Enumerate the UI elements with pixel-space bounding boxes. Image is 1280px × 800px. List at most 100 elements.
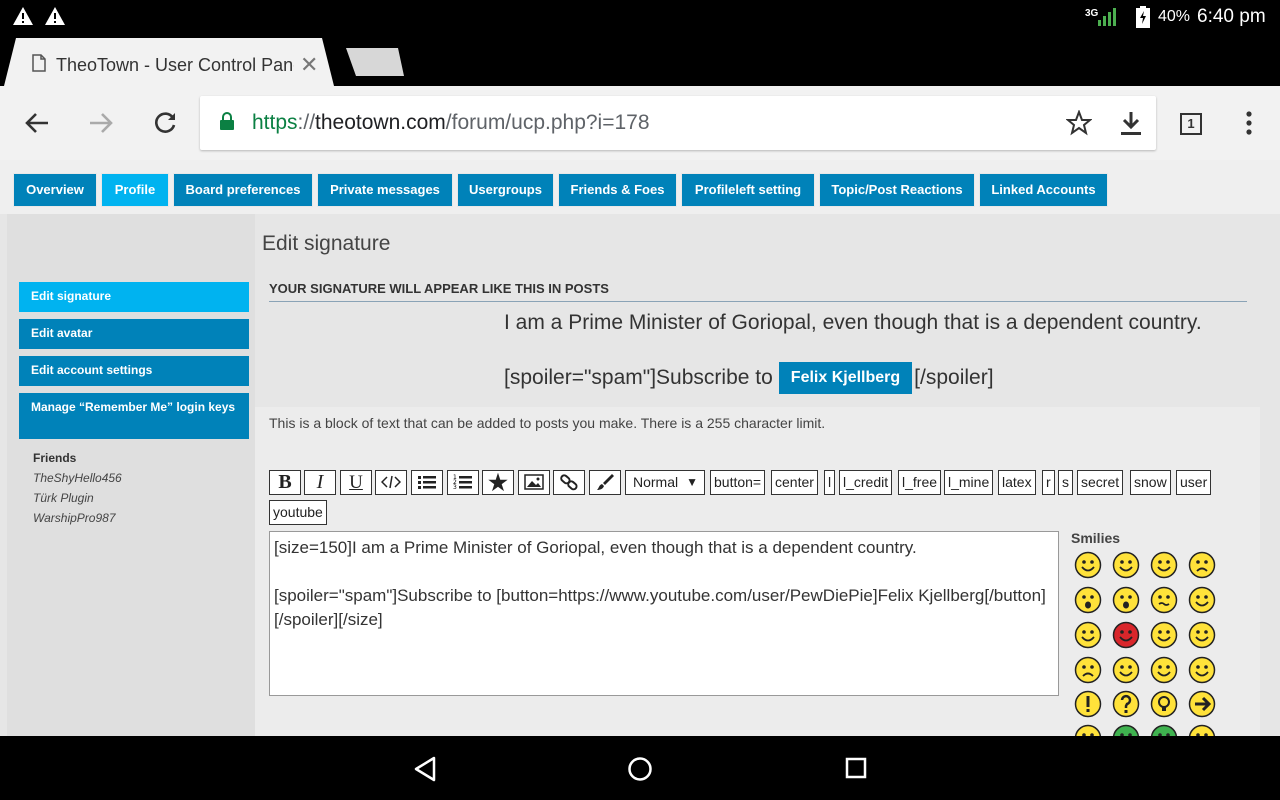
bbcode-button[interactable]: l_free [898, 470, 942, 495]
brush-icon [597, 474, 614, 490]
battery-charging-icon [1136, 6, 1150, 28]
color-button[interactable] [589, 470, 621, 495]
tab-profile[interactable]: Profile [101, 173, 169, 207]
numbered-list-icon: 123 [453, 474, 472, 491]
system-nav-bar [0, 736, 1280, 800]
image-button[interactable] [518, 470, 550, 495]
tab-strip: TheoTown - User Control Panel ✕ [0, 34, 1280, 86]
sidebar-item-edit-avatar[interactable]: Edit avatar [19, 319, 249, 349]
reload-icon[interactable] [152, 110, 178, 136]
shocked-smiley-icon[interactable] [1112, 586, 1140, 614]
bbcode-button[interactable]: l [824, 470, 836, 495]
code-button[interactable] [375, 470, 407, 495]
code-icon [381, 475, 401, 489]
smile-smiley-icon[interactable] [1112, 551, 1140, 579]
list-icon [418, 476, 436, 489]
mad-smiley-icon[interactable] [1112, 621, 1140, 649]
cool-smiley-icon[interactable] [1188, 586, 1216, 614]
tab-linked-accounts[interactable]: Linked Accounts [979, 173, 1108, 207]
bold-button[interactable]: B [269, 470, 301, 495]
tab-private-messages[interactable]: Private messages [317, 173, 453, 207]
friend-link[interactable]: TheShyHello456 [33, 471, 122, 485]
surprised-smiley-icon[interactable] [1074, 586, 1102, 614]
dropdown-arrow-icon: ▼ [686, 475, 698, 489]
link-button[interactable] [553, 470, 585, 495]
bbcode-button[interactable]: youtube [269, 500, 327, 525]
tab-board-preferences[interactable]: Board preferences [173, 173, 313, 207]
overflow-menu-icon[interactable] [1246, 111, 1252, 135]
bbcode-button[interactable]: snow [1130, 470, 1171, 495]
download-icon[interactable] [1120, 110, 1142, 136]
bbcode-button[interactable]: l_mine [944, 470, 994, 495]
back-nav-icon[interactable] [412, 756, 438, 782]
exclaim-smiley-icon[interactable] [1074, 690, 1102, 718]
tab-profileleft-setting[interactable]: Profileleft setting [681, 173, 815, 207]
signature-textarea[interactable]: [size=150]I am a Prime Minister of Gorio… [269, 531, 1059, 696]
mrgreen-smiley-icon[interactable] [1150, 724, 1178, 736]
tab-overview[interactable]: Overview [13, 173, 97, 207]
signature-hint: This is a block of text that can be adde… [269, 415, 826, 431]
sidebar-item-remember-me-keys[interactable]: Manage “Remember Me” login keys [19, 393, 249, 439]
bbcode-button[interactable]: secret [1077, 470, 1124, 495]
bbcode-button[interactable]: center [771, 470, 818, 495]
confused-smiley-icon[interactable] [1150, 586, 1178, 614]
underline-button[interactable]: U [340, 470, 372, 495]
status-bar: 3G 40% 6:40 pm [0, 0, 1280, 34]
signature-link-button[interactable]: Felix Kjellberg [778, 362, 913, 394]
list-button[interactable] [411, 470, 443, 495]
friends-heading: Friends [33, 451, 77, 465]
friend-link[interactable]: Türk Plugin [33, 491, 94, 505]
image-icon [524, 474, 544, 490]
bbcode-button[interactable]: button= [710, 470, 766, 495]
embarrassed-smiley-icon[interactable] [1188, 621, 1216, 649]
laugh-smiley-icon[interactable] [1074, 621, 1102, 649]
numbered-list-button[interactable]: 123 [447, 470, 479, 495]
arrow-smiley-icon[interactable] [1188, 690, 1216, 718]
green-smiley-icon[interactable] [1112, 724, 1140, 736]
friend-link[interactable]: WarshipPro987 [33, 511, 116, 525]
new-tab-button[interactable] [346, 48, 404, 76]
signature-preview-line: I am a Prime Minister of Goriopal, even … [504, 311, 1202, 334]
geek-smiley-icon[interactable] [1188, 724, 1216, 736]
bbcode-button[interactable]: r [1042, 470, 1055, 495]
evil-smiley-icon[interactable] [1112, 656, 1140, 684]
grin-smiley-icon[interactable] [1074, 551, 1102, 579]
tab-friends-foes[interactable]: Friends & Foes [558, 173, 677, 207]
cry-smiley-icon[interactable] [1074, 656, 1102, 684]
italic-button[interactable]: I [304, 470, 336, 495]
browser-toolbar: https://theotown.com/forum/ucp.php?i=178… [0, 86, 1280, 160]
address-bar[interactable]: https://theotown.com/forum/ucp.php?i=178 [200, 96, 1156, 150]
svg-text:3: 3 [453, 484, 457, 491]
bbcode-button[interactable]: user [1176, 470, 1212, 495]
bbcode-button[interactable]: s [1058, 470, 1073, 495]
neutral-smiley-icon[interactable] [1074, 724, 1102, 736]
bookmark-star-icon[interactable] [1066, 110, 1092, 136]
home-nav-icon[interactable] [627, 756, 653, 782]
sidebar-item-edit-signature[interactable]: Edit signature [19, 282, 249, 312]
tab-switcher-button[interactable]: 1 [1180, 113, 1202, 135]
sidebar-item-edit-account-settings[interactable]: Edit account settings [19, 356, 249, 386]
happy-smiley-icon[interactable] [1150, 551, 1178, 579]
sad-smiley-icon[interactable] [1188, 551, 1216, 579]
tab-usergroups[interactable]: Usergroups [457, 173, 554, 207]
recents-nav-icon[interactable] [845, 757, 867, 779]
warning-icon [45, 7, 65, 25]
browser-tab[interactable]: TheoTown - User Control Panel ✕ [4, 38, 334, 86]
rolleyes-smiley-icon[interactable] [1188, 656, 1216, 684]
url-text[interactable]: https://theotown.com/forum/ucp.php?i=178 [252, 111, 650, 135]
close-tab-icon[interactable]: ✕ [300, 52, 318, 78]
tab-topic-post-reactions[interactable]: Topic/Post Reactions [819, 173, 975, 207]
bbcode-button[interactable]: latex [998, 470, 1036, 495]
document-icon [32, 54, 46, 72]
back-icon[interactable] [24, 110, 50, 136]
bbcode-button[interactable]: l_credit [839, 470, 893, 495]
razz-smiley-icon[interactable] [1150, 621, 1178, 649]
forward-icon[interactable] [88, 110, 114, 136]
battery-level: 40% [1158, 8, 1191, 25]
twisted-smiley-icon[interactable] [1150, 656, 1178, 684]
idea-smiley-icon[interactable] [1150, 690, 1178, 718]
list-item-button[interactable]: ★ [482, 470, 514, 495]
question-smiley-icon[interactable] [1112, 690, 1140, 718]
font-size-select[interactable]: Normal ▼ [625, 470, 705, 495]
lock-icon [220, 112, 234, 130]
